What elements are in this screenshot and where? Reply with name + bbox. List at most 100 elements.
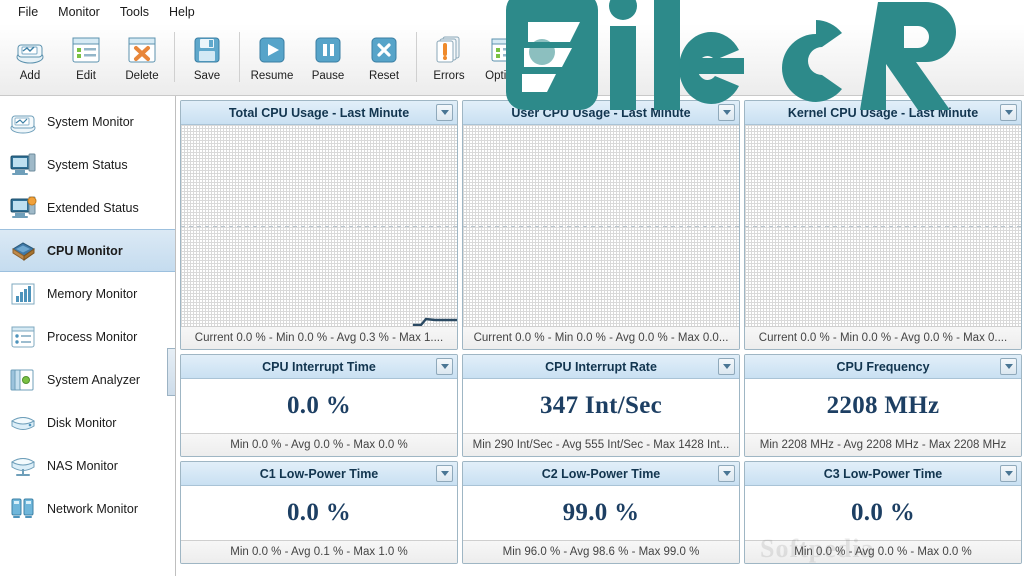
application-window: File Monitor Tools Help Add Edit Delete … <box>0 0 1024 576</box>
play-icon <box>255 33 289 67</box>
desktop-alert-icon <box>8 194 38 222</box>
toolbar-button-edit[interactable]: Edit <box>58 28 114 92</box>
panel-title: Total CPU Usage - Last Minute <box>228 105 410 120</box>
panel-title: Kernel CPU Usage - Last Minute <box>787 105 979 120</box>
sidebar-item-extended-status[interactable]: Extended Status <box>0 186 175 229</box>
chevron-down-icon <box>1004 364 1013 369</box>
edit-window-icon <box>69 33 103 67</box>
chart-gridlines <box>181 125 457 326</box>
panel-menu-button[interactable] <box>1000 104 1017 121</box>
toolbar-button-delete[interactable]: Delete <box>114 28 170 92</box>
system-monitor-icon <box>8 108 38 136</box>
panel-title: CPU Interrupt Time <box>262 359 376 374</box>
panel-value: 0.0 % <box>287 499 351 526</box>
panel-stats-footer: Current 0.0 % - Min 0.0 % - Avg 0.0 % - … <box>463 326 739 349</box>
panel-value-body: 0.0 % <box>181 486 457 540</box>
panel-title: CPU Interrupt Rate <box>545 359 657 374</box>
warning-pages-icon <box>432 33 466 67</box>
chevron-down-icon <box>1004 471 1013 476</box>
network-servers-icon <box>8 495 38 523</box>
panel-chart-body[interactable] <box>463 125 739 326</box>
toolbar-button-add[interactable]: Add <box>2 28 58 92</box>
pause-icon <box>311 33 345 67</box>
sidebar-item-system-status[interactable]: System Status <box>0 143 175 186</box>
chevron-down-icon <box>1004 110 1013 115</box>
chart-gridlines <box>745 125 1021 326</box>
chevron-down-icon <box>440 364 449 369</box>
sidebar-label-memory-monitor: Memory Monitor <box>47 286 138 301</box>
menu-item-file[interactable]: File <box>8 3 48 21</box>
panel-row-2: CPU Interrupt Time 0.0 % Min 0.0 % - Avg… <box>180 354 1022 457</box>
panel-title: C1 Low-Power Time <box>259 466 379 481</box>
sidebar-item-system-analyzer[interactable]: System Analyzer <box>0 358 175 401</box>
bar-chart-icon <box>8 280 38 308</box>
sidebar-item-disk-monitor[interactable]: Disk Monitor <box>0 401 175 444</box>
panel-title: C2 Low-Power Time <box>541 466 661 481</box>
sidebar-item-system-monitor[interactable]: System Monitor <box>0 100 175 143</box>
close-x-icon <box>367 33 401 67</box>
menu-bar: File Monitor Tools Help <box>0 0 1024 24</box>
panel-menu-button[interactable] <box>1000 358 1017 375</box>
panel-c3-low-power-time: C3 Low-Power Time 0.0 % Min 0.0 % - Avg … <box>744 461 1022 564</box>
toolbar-button-resume[interactable]: Resume <box>244 28 300 92</box>
sidebar-item-cpu-monitor[interactable]: CPU Monitor <box>0 229 175 272</box>
sidebar-item-nas-monitor[interactable]: NAS Monitor <box>0 444 175 487</box>
toolbar-button-options[interactable]: Options <box>477 28 533 92</box>
panel-title: CPU Frequency <box>836 359 930 374</box>
panel-header: CPU Interrupt Time <box>181 355 457 379</box>
menu-item-monitor[interactable]: Monitor <box>48 3 110 21</box>
panel-chart-body[interactable] <box>181 125 457 326</box>
sidebar-item-process-monitor[interactable]: Process Monitor <box>0 315 175 358</box>
chevron-down-icon <box>722 110 731 115</box>
panel-menu-button[interactable] <box>718 358 735 375</box>
toolbar-button-pause[interactable]: Pause <box>300 28 356 92</box>
panel-menu-button[interactable] <box>436 104 453 121</box>
panel-menu-button[interactable] <box>718 465 735 482</box>
panel-menu-button[interactable] <box>436 465 453 482</box>
menu-item-tools[interactable]: Tools <box>110 3 159 21</box>
delete-window-icon <box>125 33 159 67</box>
panel-menu-button[interactable] <box>436 358 453 375</box>
panel-stats-footer: Current 0.0 % - Min 0.0 % - Avg 0.3 % - … <box>181 326 457 349</box>
panel-header: CPU Frequency <box>745 355 1021 379</box>
toolbar-separator-2 <box>239 32 240 82</box>
menu-item-help[interactable]: Help <box>159 3 205 21</box>
sidebar-item-memory-monitor[interactable]: Memory Monitor <box>0 272 175 315</box>
documents-icon <box>8 366 38 394</box>
toolbar-label-resume: Resume <box>250 70 294 82</box>
panel-value: 0.0 % <box>287 392 351 419</box>
panel-chart-body[interactable] <box>745 125 1021 326</box>
panel-menu-button[interactable] <box>1000 465 1017 482</box>
toolbar-label-edit: Edit <box>76 70 96 82</box>
panel-grid: Total CPU Usage - Last Minute Current 0.… <box>178 98 1022 564</box>
toolbar-button-errors[interactable]: Errors <box>421 28 477 92</box>
toolbar-label-errors: Errors <box>433 70 465 82</box>
toolbar-button-save[interactable]: Save <box>179 28 235 92</box>
toolbar-button-help[interactable]: ? Help <box>533 28 589 92</box>
toolbar-label-add: Add <box>19 70 41 82</box>
panel-total-cpu-usage: Total CPU Usage - Last Minute Current 0.… <box>180 100 458 350</box>
panel-value: 2208 MHz <box>826 392 940 419</box>
sidebar-item-network-monitor[interactable]: Network Monitor <box>0 487 175 530</box>
chart-gridlines <box>463 125 739 326</box>
chart-plot-area <box>463 125 739 326</box>
toolbar-label-pause: Pause <box>311 70 345 82</box>
panel-value-body: 347 Int/Sec <box>463 379 739 433</box>
nas-icon <box>8 452 38 480</box>
help-icon: ? <box>544 33 578 67</box>
sidebar-label-network-monitor: Network Monitor <box>47 501 138 516</box>
panel-value-body: 0.0 % <box>745 486 1021 540</box>
panel-stats-footer: Min 290 Int/Sec - Avg 555 Int/Sec - Max … <box>463 433 739 456</box>
panel-menu-button[interactable] <box>718 104 735 121</box>
toolbar-separator-3 <box>416 32 417 82</box>
add-monitor-icon <box>13 33 47 67</box>
panel-c1-low-power-time: C1 Low-Power Time 0.0 % Min 0.0 % - Avg … <box>180 461 458 564</box>
disk-icon <box>8 409 38 437</box>
panel-stats-footer: Current 0.0 % - Min 0.0 % - Avg 0.0 % - … <box>745 326 1021 349</box>
panel-c2-low-power-time: C2 Low-Power Time 99.0 % Min 96.0 % - Av… <box>462 461 740 564</box>
panels-area: Total CPU Usage - Last Minute Current 0.… <box>176 96 1024 576</box>
sidebar-splitter-handle[interactable] <box>167 348 175 396</box>
toolbar-button-reset[interactable]: Reset <box>356 28 412 92</box>
panel-row-3: C1 Low-Power Time 0.0 % Min 0.0 % - Avg … <box>180 461 1022 564</box>
panel-cpu-interrupt-time: CPU Interrupt Time 0.0 % Min 0.0 % - Avg… <box>180 354 458 457</box>
